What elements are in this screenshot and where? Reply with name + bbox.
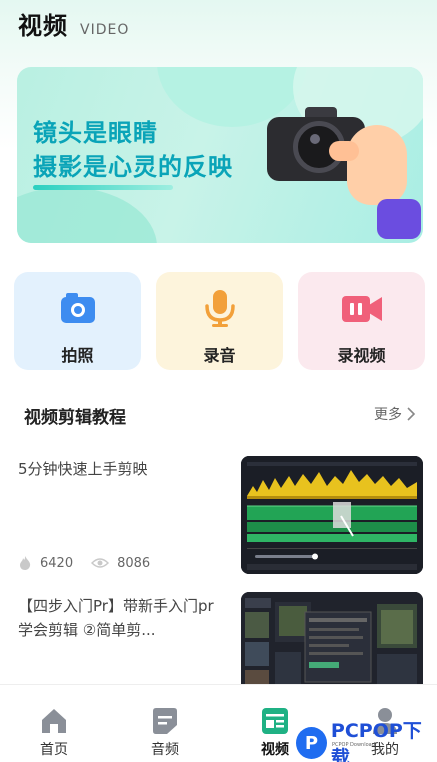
promo-banner[interactable]: 镜头是眼睛 摄影是心灵的反映 (17, 67, 423, 243)
views-stat: 8086 (91, 556, 150, 571)
banner-subheadline: 摄影是心灵的反映 (33, 153, 233, 181)
more-label: 更多 (374, 407, 402, 423)
page-header: 视频 VIDEO (18, 6, 129, 40)
section-title: 视频剪辑教程 (24, 408, 126, 428)
take-photo-card[interactable]: 拍照 (14, 272, 141, 370)
page-subtitle: VIDEO (80, 22, 130, 38)
flame-icon (20, 556, 31, 570)
more-link[interactable]: 更多 (374, 404, 416, 424)
video-stats: 6420 8086 (18, 555, 168, 571)
quick-actions: 拍照 录音 录视频 (14, 272, 425, 370)
hand-illustration (329, 115, 421, 239)
record-audio-card[interactable]: 录音 (156, 272, 283, 370)
banner-underline (33, 185, 173, 190)
list-item[interactable]: 【四步入门Pr】带新手入门pr学会剪辑 ②简单剪... (0, 590, 437, 692)
camera-icon (61, 293, 95, 323)
watermark-p-icon: P (296, 727, 327, 759)
record-video-card[interactable]: 录视频 (298, 272, 425, 370)
watermark-logo: P PCPOP下载 PCPOP Download (296, 716, 437, 762)
banner-headline: 镜头是眼睛 (33, 119, 158, 147)
home-icon (42, 709, 66, 733)
audio-icon (153, 708, 177, 734)
record-video-label: 录视频 (337, 346, 386, 365)
tab-audio[interactable]: 音频 (135, 695, 195, 758)
microphone-icon (205, 290, 235, 327)
video-icon (262, 708, 288, 734)
video-title: 5分钟快速上手剪映 (18, 460, 148, 478)
likes-count: 6420 (40, 555, 74, 571)
watermark-text: PCPOP下载 (330, 720, 422, 762)
tab-label: 首页 (40, 742, 68, 758)
list-item[interactable]: 5分钟快速上手剪映 6420 8086 (0, 455, 437, 577)
chevron-right-icon (407, 407, 416, 421)
watermark-small-text: PCPOP Download (332, 742, 375, 748)
views-count: 8086 (117, 555, 151, 571)
page-title: 视频 (18, 12, 68, 40)
take-photo-label: 拍照 (61, 346, 94, 365)
video-thumbnail[interactable] (241, 592, 423, 692)
tab-label: 音频 (151, 742, 179, 758)
video-title: 【四步入门Pr】带新手入门pr学会剪辑 ②简单剪... (18, 597, 214, 639)
video-thumbnail[interactable] (241, 456, 423, 574)
likes-stat: 6420 (18, 555, 73, 571)
video-camera-icon (342, 296, 382, 322)
record-audio-label: 录音 (203, 346, 236, 365)
banner-decoration (17, 187, 157, 243)
tab-home[interactable]: 首页 (24, 695, 84, 758)
editor-screenshot-image (241, 592, 423, 692)
eye-icon (91, 558, 110, 568)
editor-timeline-image (241, 456, 423, 574)
